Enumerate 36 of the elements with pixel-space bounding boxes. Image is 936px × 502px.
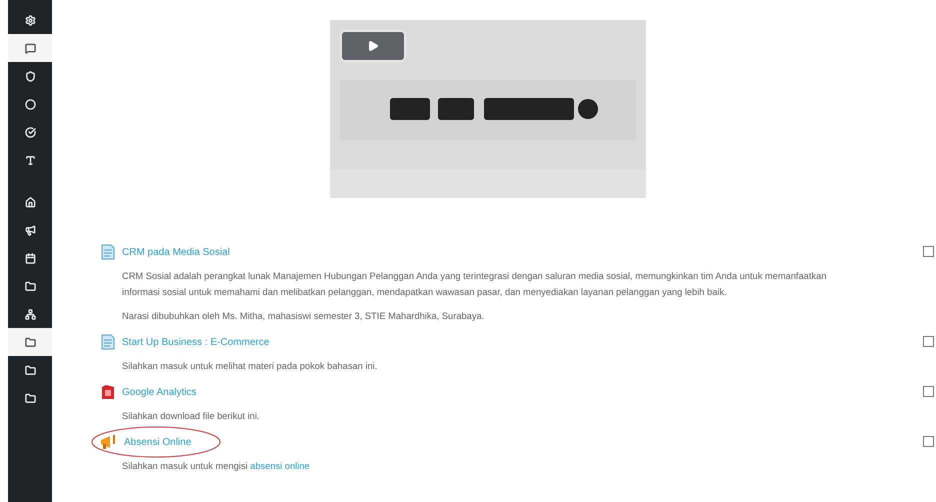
activity-link[interactable]: Start Up Business : E-Commerce — [122, 336, 270, 348]
document-icon — [100, 244, 116, 260]
completion-checkbox[interactable] — [923, 336, 934, 347]
file-icon — [100, 384, 116, 400]
folder-icon — [24, 280, 36, 292]
megaphone-icon — [100, 434, 118, 450]
completion-checkbox[interactable] — [923, 246, 934, 257]
activity-description: CRM Sosial adalah perangkat lunak Manajemen Hubungan Pelanggan Anda yang terintegrasi dengan saluran media sosial, memungkinkan tim Anda untuk memanfaatkan informasi sosial untuk memahami dan melibatkan pelanggan, mendapatkan wawasan pasar, dan menyediakan layanan pelanggan yang lebih baik. — [122, 270, 828, 299]
circle-icon — [24, 98, 36, 110]
activity-link[interactable]: CRM pada Media Sosial — [122, 246, 230, 258]
megaphone-icon — [24, 224, 36, 236]
letter-icon — [24, 154, 36, 166]
activity-description: Narasi dibubuhkan oleh Ms. Mitha, mahasiswi semester 3, STIE Mahardhika, Surabaya. — [122, 310, 486, 323]
activity-description: Silahkan masuk untuk mengisi absensi online — [122, 460, 311, 473]
attendance-link[interactable]: absensi online — [250, 461, 310, 471]
activity-link[interactable]: Google Analytics — [122, 386, 196, 398]
sitemap-icon — [24, 308, 36, 320]
sidebar-item[interactable] — [8, 34, 52, 62]
gear-icon — [24, 14, 36, 26]
activity-description: Silahkan download file berikut ini. — [122, 410, 260, 423]
home-icon — [24, 196, 36, 208]
folder-icon — [24, 336, 36, 348]
shield-icon — [24, 70, 36, 82]
folder-icon — [24, 364, 36, 376]
completion-checkbox[interactable] — [923, 386, 934, 397]
activity-description: Silahkan masuk untuk melihat materi pada pokok bahasan ini. — [122, 360, 378, 373]
folder-icon — [24, 392, 36, 404]
check-circle-icon — [24, 126, 36, 138]
activity-link[interactable]: Absensi Online — [124, 436, 192, 448]
calendar-icon — [24, 252, 36, 264]
comment-icon — [24, 42, 36, 54]
sidebar-item[interactable] — [8, 328, 52, 356]
document-icon — [100, 334, 116, 350]
completion-checkbox[interactable] — [923, 436, 934, 447]
play-button[interactable] — [340, 30, 406, 62]
play-icon — [367, 40, 379, 52]
